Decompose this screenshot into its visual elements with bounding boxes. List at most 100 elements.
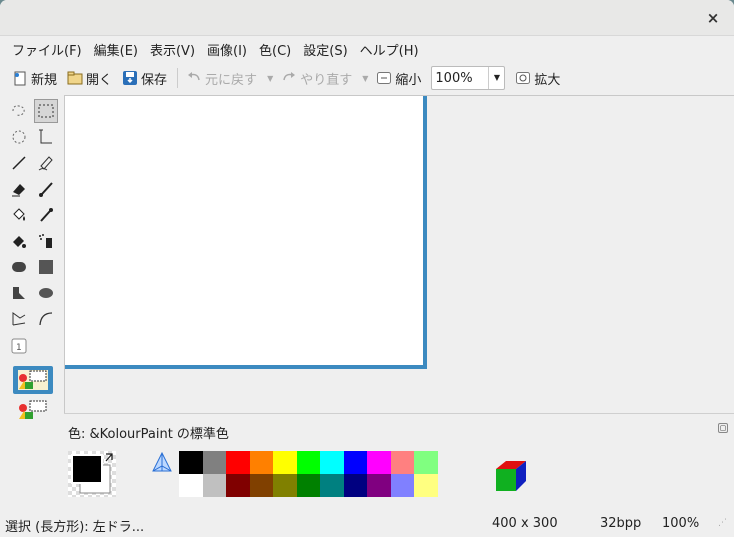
tool-flood-fill[interactable]: [7, 203, 31, 227]
color-swatch[interactable]: [179, 451, 203, 474]
curve-icon: [39, 312, 53, 326]
color-swatch[interactable]: [390, 451, 414, 474]
save-button[interactable]: 保存: [118, 65, 171, 91]
undo-button[interactable]: 元に戻す: [182, 65, 261, 91]
menu-edit[interactable]: 編集(E): [88, 40, 144, 59]
redo-dropdown-icon[interactable]: ▼: [362, 74, 368, 83]
color-picker-icon: [40, 208, 53, 222]
menu-image[interactable]: 画像(I): [201, 40, 253, 59]
toolbar-separator: [177, 68, 179, 88]
tool-free-select[interactable]: [7, 99, 31, 123]
pen-icon: [38, 156, 53, 171]
status-image-size: 400 x 300: [492, 516, 558, 531]
close-button[interactable]: ×: [702, 7, 724, 29]
color-swatch[interactable]: [202, 474, 226, 497]
drawing-canvas[interactable]: [65, 96, 427, 369]
color-swatch[interactable]: [226, 451, 250, 474]
panel-float-icon[interactable]: ▢: [718, 423, 728, 433]
color-swatch[interactable]: [179, 474, 203, 497]
menu-colors[interactable]: 色(C): [253, 40, 297, 59]
menu-settings[interactable]: 設定(S): [297, 40, 353, 59]
menu-view[interactable]: 表示(V): [144, 40, 201, 59]
flood-fill-icon: [13, 208, 25, 221]
color-swatch[interactable]: [320, 451, 344, 474]
color-eraser-icon: [13, 236, 26, 248]
selection-opaque-option[interactable]: [13, 366, 53, 394]
ellipse-icon: [39, 288, 53, 298]
tool-rounded-rect[interactable]: [7, 255, 31, 279]
tool-curve[interactable]: [34, 307, 58, 331]
color-swatch[interactable]: [249, 474, 273, 497]
open-folder-icon: [67, 70, 83, 86]
save-icon: [122, 70, 138, 86]
tool-rect-select[interactable]: [34, 99, 58, 123]
undo-icon: [186, 70, 202, 86]
color-swatch[interactable]: [249, 451, 273, 474]
fg-bg-color-box[interactable]: [68, 451, 116, 497]
tool-line[interactable]: [7, 151, 31, 175]
tool-eraser[interactable]: [7, 177, 31, 201]
status-color-depth: 32bpp: [600, 516, 642, 531]
color-swatch[interactable]: [273, 474, 297, 497]
selection-transparent-option[interactable]: [13, 396, 53, 424]
polygon-icon: [13, 287, 25, 299]
tool-color-eraser[interactable]: [7, 229, 31, 253]
color-swatch[interactable]: [296, 451, 320, 474]
color-similarity-button[interactable]: [150, 451, 174, 475]
zoom-dropdown-icon[interactable]: ▼: [488, 67, 504, 89]
polyline-icon: [12, 312, 26, 326]
status-zoom: 100%: [662, 516, 700, 531]
zoom-out-button[interactable]: 縮小: [372, 65, 425, 91]
canvas-area[interactable]: [64, 95, 734, 413]
open-button[interactable]: 開く: [63, 65, 116, 91]
tool-polygon[interactable]: [7, 281, 31, 305]
menu-file[interactable]: ファイル(F): [6, 40, 88, 59]
zoom-out-label: 縮小: [395, 72, 422, 88]
color-swatch[interactable]: [367, 451, 391, 474]
undo-dropdown-icon[interactable]: ▼: [267, 74, 273, 83]
color-box-3d: [490, 457, 528, 495]
color-swatch[interactable]: [226, 474, 250, 497]
color-swatch[interactable]: [414, 451, 438, 474]
redo-label: やり直す: [300, 72, 353, 88]
zoom-in-icon: [515, 70, 531, 86]
color-swatch[interactable]: [273, 451, 297, 474]
color-swatch[interactable]: [414, 474, 438, 497]
color-swatch[interactable]: [202, 451, 226, 474]
rounded-rect-icon: [12, 262, 26, 272]
new-button[interactable]: 新規: [8, 65, 61, 91]
color-swatch[interactable]: [343, 451, 367, 474]
tool-rectangle[interactable]: [34, 255, 58, 279]
free-select-icon: [12, 105, 25, 116]
zoom-in-label: 拡大: [534, 72, 561, 88]
ellipse-select-icon: [12, 130, 26, 144]
tool-text[interactable]: [34, 125, 58, 149]
zoom-combo[interactable]: 100% ▼: [431, 66, 506, 90]
zoom-in-button[interactable]: 拡大: [511, 65, 564, 91]
tool-ellipse-select[interactable]: [7, 125, 31, 149]
color-swatch[interactable]: [367, 474, 391, 497]
tool-polyline[interactable]: [7, 307, 31, 331]
menu-help[interactable]: ヘルプ(H): [354, 40, 425, 59]
redo-button[interactable]: やり直す: [277, 65, 356, 91]
app-window: × ファイル(F) 編集(E) 表示(V) 画像(I) 色(C) 設定(S) ヘ…: [0, 0, 734, 537]
tool-option-icon: 1: [11, 338, 27, 354]
color-swatch[interactable]: [390, 474, 414, 497]
tool-pen[interactable]: [34, 151, 58, 175]
rgb-cube-icon: [496, 461, 526, 491]
new-file-icon: [12, 70, 28, 86]
color-swatch[interactable]: [343, 474, 367, 497]
color-swatch[interactable]: [296, 474, 320, 497]
color-palette-grid: [179, 451, 438, 497]
tool-ellipse[interactable]: [34, 281, 58, 305]
open-label: 開く: [86, 72, 113, 88]
color-swatch[interactable]: [320, 474, 344, 497]
tool-spraycan[interactable]: [34, 229, 58, 253]
tool-color-picker[interactable]: [34, 203, 58, 227]
tool-brush[interactable]: [34, 177, 58, 201]
zoom-value: 100%: [435, 70, 473, 86]
resize-grip-icon[interactable]: ⋰: [718, 518, 727, 528]
eraser-icon: [12, 184, 25, 197]
save-label: 保存: [141, 72, 168, 88]
tool-option-small[interactable]: 1: [7, 334, 31, 358]
